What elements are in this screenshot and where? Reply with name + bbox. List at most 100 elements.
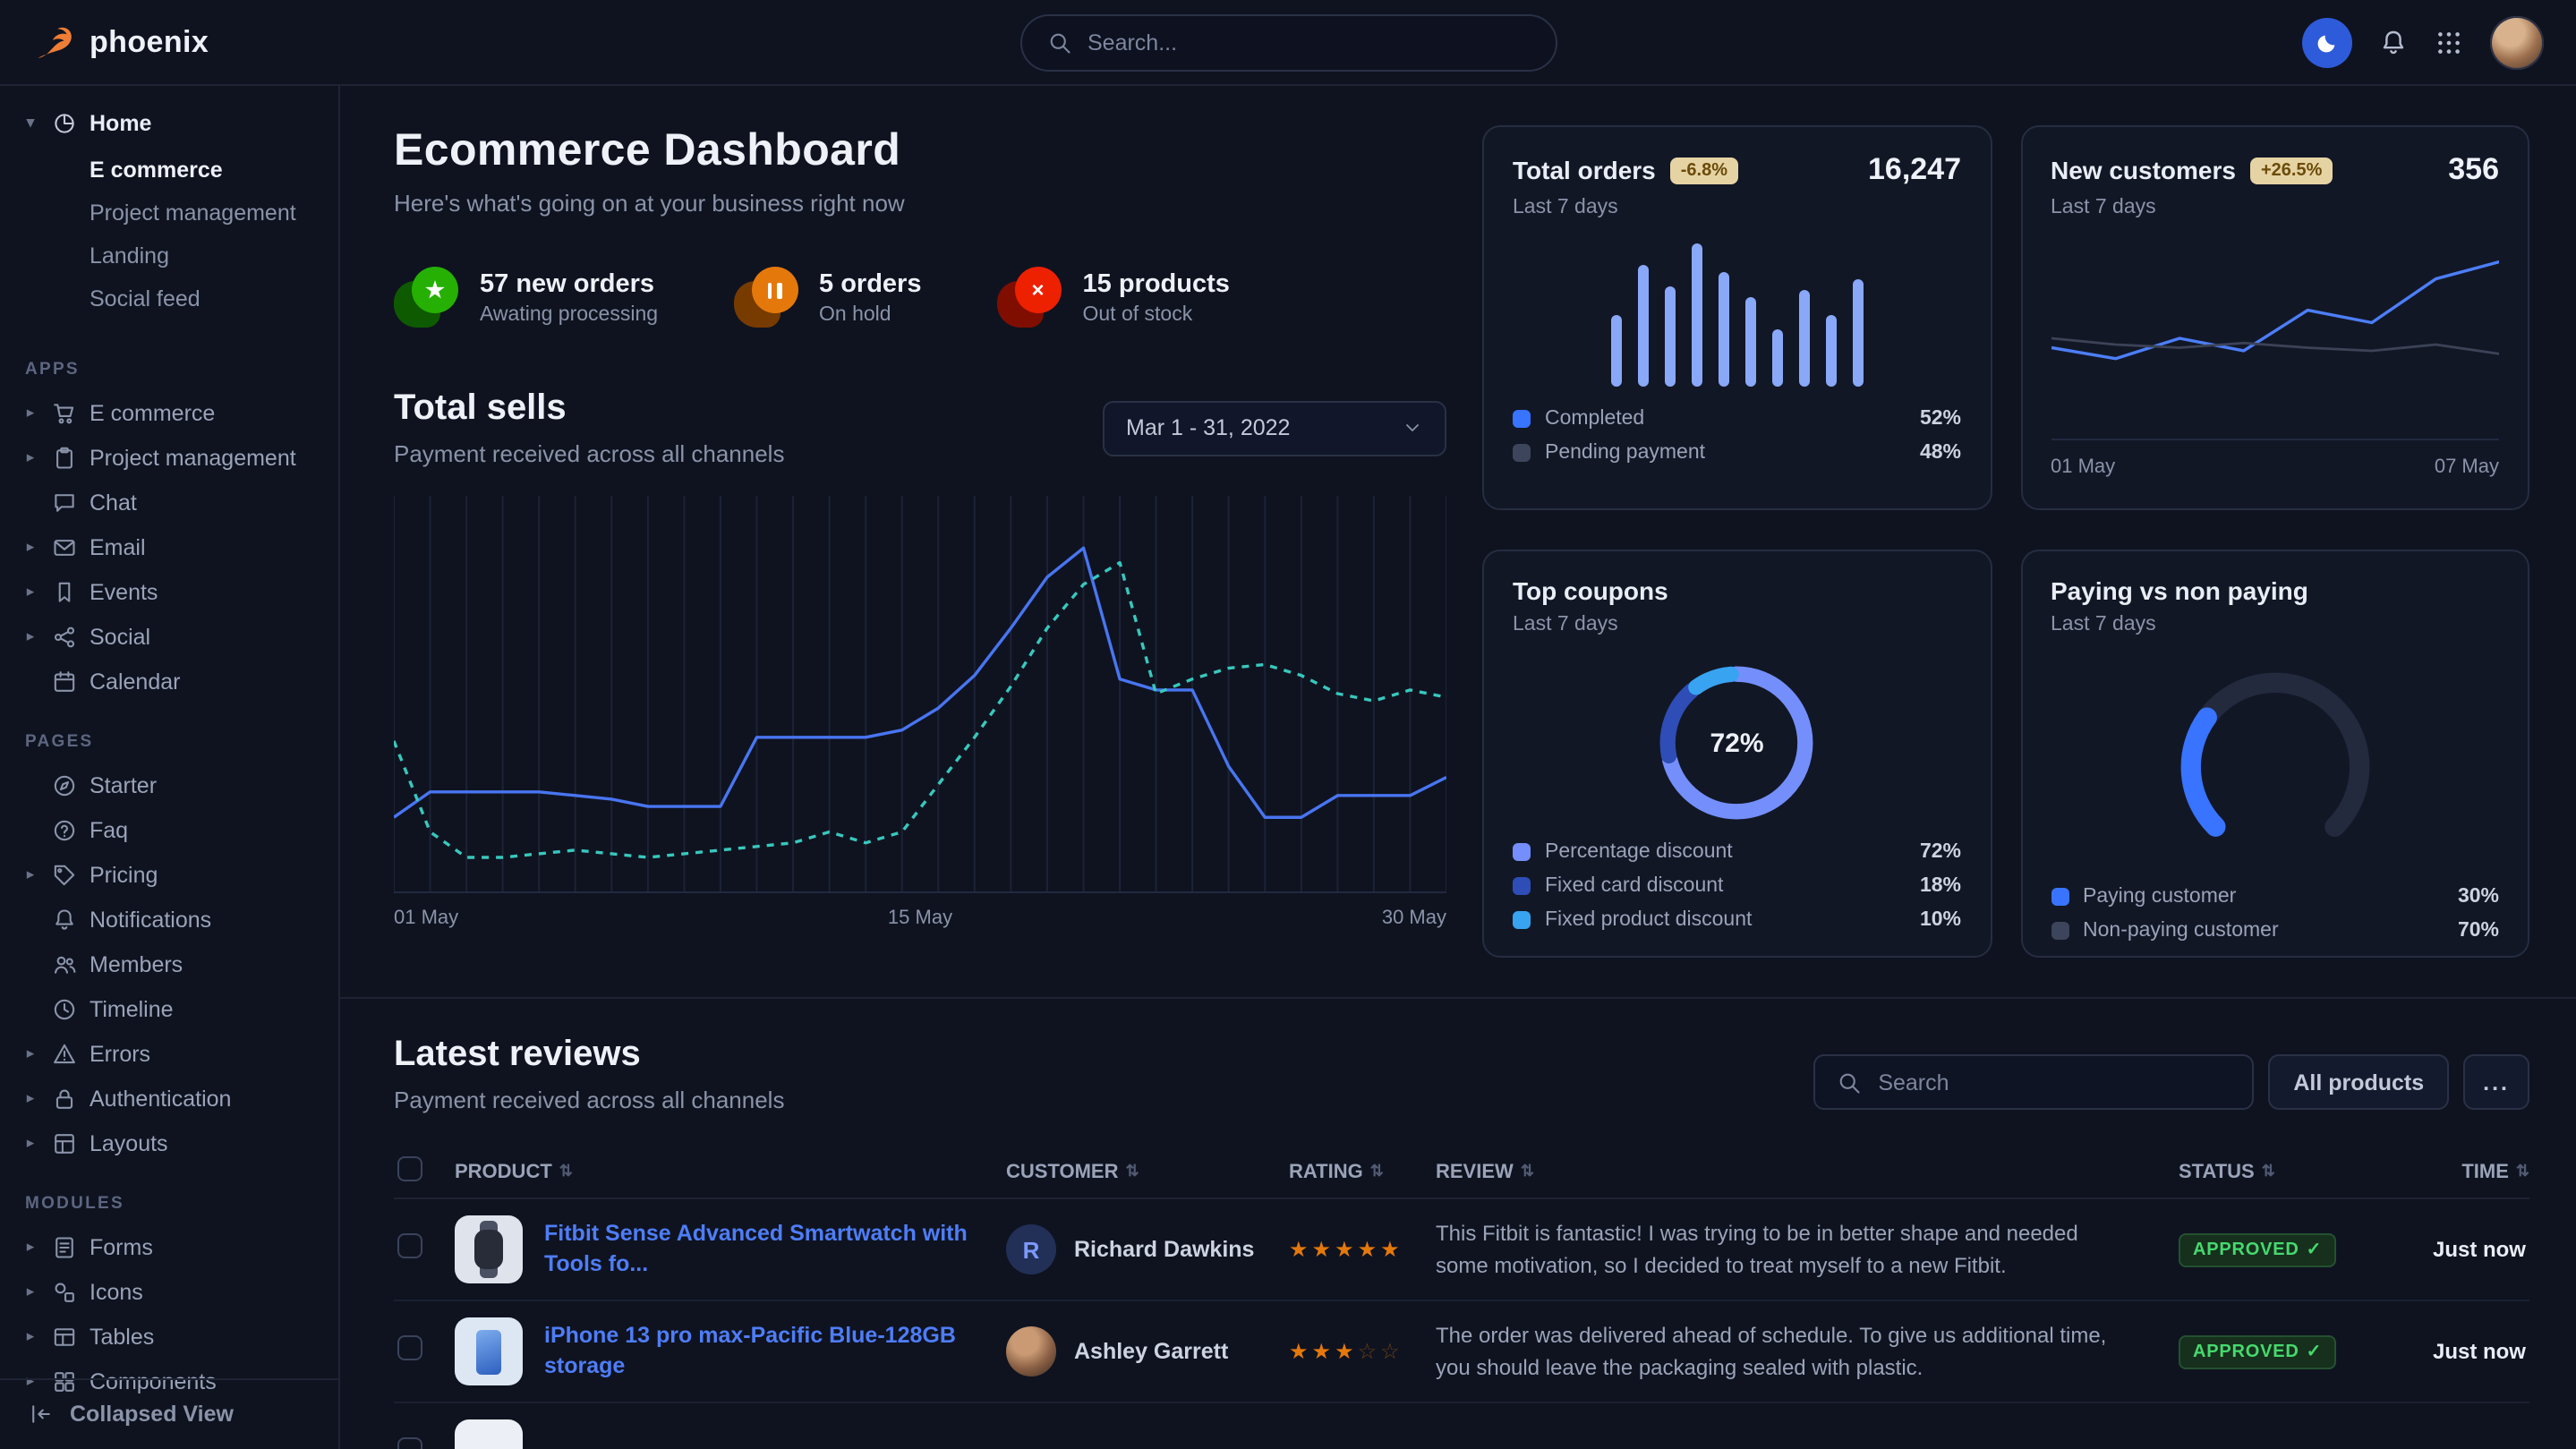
- sidebar-subitem-project-management[interactable]: Project management: [0, 192, 338, 234]
- user-avatar[interactable]: [2490, 15, 2544, 69]
- column-header-time[interactable]: TIME⇅: [2390, 1161, 2529, 1182]
- column-header-review[interactable]: REVIEW⇅: [1436, 1161, 2179, 1182]
- sidebar-item-members[interactable]: Members: [0, 942, 338, 986]
- reviews-search[interactable]: [1813, 1054, 2254, 1110]
- sidebar-item-events[interactable]: ▸Events: [0, 569, 338, 614]
- sidebar-item-label: Authentication: [90, 1086, 231, 1111]
- sidebar-item-label: Icons: [90, 1279, 143, 1304]
- apps-menu-button[interactable]: [2435, 28, 2463, 56]
- column-header-product[interactable]: PRODUCT⇅: [455, 1161, 1006, 1182]
- legend-item-fixed-product-discount: Fixed product discount10%: [1513, 909, 1961, 931]
- rating-stars: ★★★☆☆: [1289, 1339, 1403, 1364]
- sidebar-item-faq[interactable]: Faq: [0, 807, 338, 852]
- all-products-button[interactable]: All products: [2268, 1054, 2449, 1110]
- sidebar-item-forms[interactable]: ▸Forms: [0, 1224, 338, 1269]
- legend-swatch: [1513, 410, 1531, 428]
- bell-icon: [52, 907, 77, 932]
- question-icon: [52, 817, 77, 842]
- column-header-rating[interactable]: RATING⇅: [1289, 1161, 1436, 1182]
- order-bar: [1719, 272, 1729, 387]
- main-content: Ecommerce Dashboard Here's what's going …: [340, 86, 2576, 1449]
- sidebar-item-chat[interactable]: Chat: [0, 480, 338, 524]
- card-title: Paying vs non paying: [2051, 576, 2308, 605]
- total-sells-x-axis: 01 May 15 May 30 May: [394, 906, 1446, 938]
- notifications-button[interactable]: [2379, 28, 2408, 56]
- collapse-icon: [29, 1402, 54, 1427]
- bell-icon: [2379, 28, 2408, 56]
- legend-swatch: [2051, 922, 2068, 940]
- row-checkbox[interactable]: [397, 1232, 422, 1257]
- sidebar-item-icons[interactable]: ▸Icons: [0, 1269, 338, 1314]
- date-range-select[interactable]: Mar 1 - 31, 2022: [1103, 400, 1446, 456]
- stat-caption: Out of stock: [1083, 303, 1230, 325]
- column-header-customer[interactable]: CUSTOMER⇅: [1006, 1161, 1289, 1182]
- rating-stars: ★★★★★: [1289, 1237, 1403, 1262]
- sidebar-item-email[interactable]: ▸Email: [0, 524, 338, 569]
- reviews-controls: All products ...: [1813, 1054, 2529, 1110]
- reviews-table-header: PRODUCT⇅CUSTOMER⇅RATING⇅REVIEW⇅STATUS⇅TI…: [394, 1146, 2529, 1199]
- sidebar-item-errors[interactable]: ▸Errors: [0, 1031, 338, 1076]
- change-badge: +26.5%: [2250, 157, 2333, 183]
- form-icon: [52, 1234, 77, 1259]
- legend-swatch: [1513, 911, 1531, 929]
- brand-logo[interactable]: phoenix: [32, 21, 340, 64]
- sidebar-subitem-social-feed[interactable]: Social feed: [0, 277, 338, 320]
- total-sells-chart: [394, 496, 1446, 891]
- legend-swatch: [1513, 444, 1531, 462]
- row-checkbox[interactable]: [397, 1436, 422, 1449]
- pause-icon: [733, 267, 798, 328]
- sidebar-item-social[interactable]: ▸Social: [0, 614, 338, 659]
- sidebar-item-label: Layouts: [90, 1130, 168, 1155]
- theme-toggle-button[interactable]: [2302, 17, 2352, 67]
- legend-label: Fixed card discount: [1545, 875, 1723, 897]
- reviews-search-input[interactable]: [1878, 1070, 2231, 1095]
- sidebar-item-label: Calendar: [90, 669, 180, 694]
- product-link[interactable]: iPhone 13 pro max-Pacific Blue-128GB sto…: [544, 1321, 974, 1382]
- paying-gauge-chart: [2164, 661, 2386, 874]
- product-image: [455, 1317, 523, 1385]
- sidebar-subitem-landing[interactable]: Landing: [0, 234, 338, 277]
- sidebar-subitem-e-commerce[interactable]: E commerce: [0, 149, 338, 192]
- sidebar-item-notifications[interactable]: Notifications: [0, 897, 338, 942]
- legend-item-fixed-card-discount: Fixed card discount18%: [1513, 875, 1961, 897]
- more-options-button[interactable]: ...: [2463, 1054, 2529, 1110]
- shapes-icon: [52, 1279, 77, 1304]
- card-title: Top coupons: [1513, 576, 1668, 605]
- total-orders-value: 16,247: [1868, 152, 1961, 188]
- sidebar-item-label: Members: [90, 951, 183, 976]
- legend-label: Non-paying customer: [2083, 920, 2279, 942]
- stat-value: 5 orders: [819, 269, 921, 298]
- legend-swatch: [2051, 888, 2068, 906]
- page-subtitle: Here's what's going on at your business …: [394, 190, 1446, 217]
- sidebar-item-home[interactable]: ▾Home: [0, 100, 338, 145]
- card-title: New customers: [2051, 156, 2236, 184]
- global-search-input[interactable]: [1088, 30, 1530, 55]
- clock-icon: [52, 996, 77, 1021]
- sidebar-item-project-management[interactable]: ▸Project management: [0, 435, 338, 480]
- row-checkbox[interactable]: [397, 1334, 422, 1360]
- status-badge: APPROVED✓: [2179, 1335, 2336, 1369]
- x-tick: 15 May: [888, 908, 952, 929]
- sidebar-item-timeline[interactable]: Timeline: [0, 986, 338, 1031]
- column-header-status[interactable]: STATUS⇅: [2179, 1161, 2390, 1182]
- select-all-checkbox[interactable]: [397, 1156, 422, 1181]
- sidebar-item-authentication[interactable]: ▸Authentication: [0, 1076, 338, 1121]
- product-image: [455, 1215, 523, 1283]
- check-icon: ✓: [2307, 1240, 2323, 1260]
- global-search[interactable]: [1019, 13, 1557, 71]
- product-link[interactable]: Fitbit Sense Advanced Smartwatch with To…: [544, 1219, 974, 1280]
- quick-stats-row: ★57 new ordersAwating processing5 orders…: [394, 267, 1446, 328]
- sidebar-item-layouts[interactable]: ▸Layouts: [0, 1121, 338, 1165]
- collapsed-view-toggle[interactable]: Collapsed View: [0, 1377, 338, 1449]
- sidebar-item-starter[interactable]: Starter: [0, 763, 338, 807]
- sidebar-item-label: Starter: [90, 772, 157, 797]
- sidebar-item-calendar[interactable]: Calendar: [0, 659, 338, 703]
- sidebar-item-tables[interactable]: ▸Tables: [0, 1314, 338, 1359]
- legend-label: Fixed product discount: [1545, 909, 1752, 931]
- sidebar-item-e-commerce[interactable]: ▸E commerce: [0, 390, 338, 435]
- latest-reviews-subtitle: Payment received across all channels: [394, 1087, 784, 1113]
- legend-value: 48%: [1920, 442, 1961, 464]
- apps-grid-icon: [2435, 28, 2463, 56]
- legend-value: 30%: [2458, 886, 2499, 908]
- sidebar-item-pricing[interactable]: ▸Pricing: [0, 852, 338, 897]
